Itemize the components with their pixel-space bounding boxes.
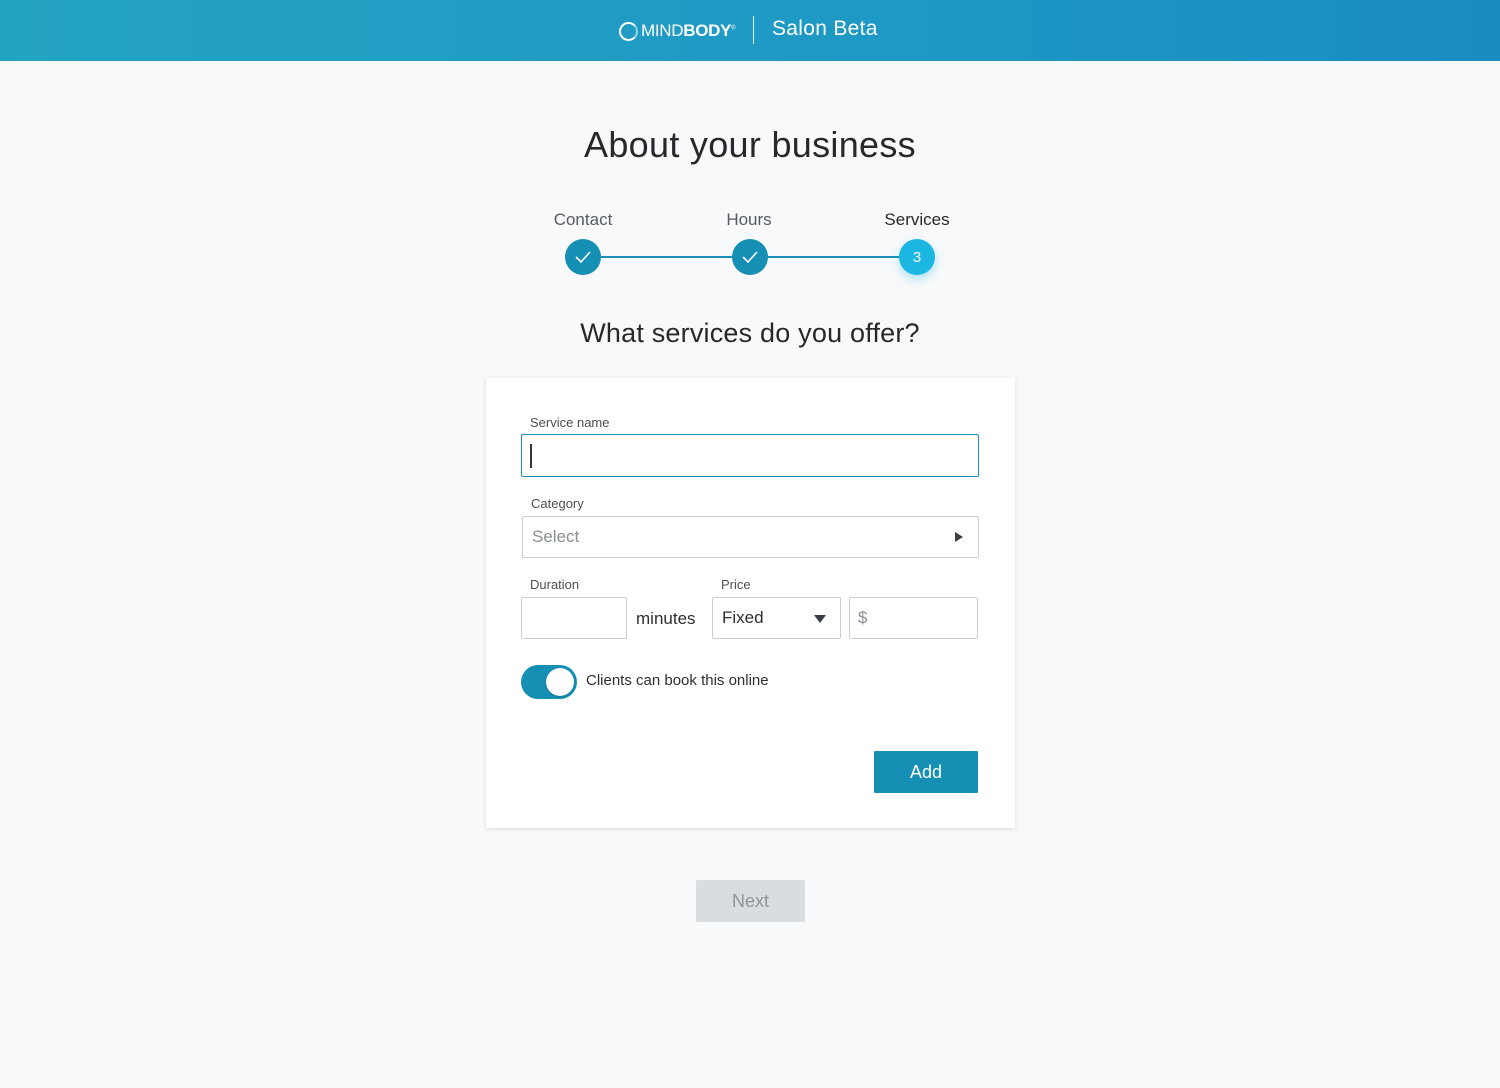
- price-amount-input[interactable]: [849, 597, 978, 639]
- logo-text-bold: BODY: [683, 21, 732, 40]
- currency-symbol: $: [858, 608, 868, 627]
- step-label-hours: Hours: [726, 210, 772, 229]
- duration-label: Duration: [530, 577, 580, 592]
- add-service-button[interactable]: Add: [874, 751, 978, 793]
- check-icon: [575, 251, 591, 264]
- top-bar: MINDBODY® Salon Beta: [0, 0, 1500, 61]
- chevron-down-icon: [814, 615, 826, 623]
- toggle-knob: [546, 668, 574, 696]
- next-button[interactable]: Next: [696, 880, 805, 922]
- online-booking-label: Clients can book this online: [586, 672, 769, 689]
- category-placeholder: Select: [532, 527, 580, 546]
- step-label-contact: Contact: [553, 210, 613, 229]
- category-label: Category: [531, 496, 584, 511]
- logo-ring-icon: [619, 21, 638, 41]
- product-name: Salon Beta: [772, 17, 878, 40]
- step-hours-complete[interactable]: [732, 239, 768, 275]
- text-caret: [530, 444, 532, 468]
- check-icon: [742, 251, 758, 264]
- section-title: What services do you offer?: [580, 318, 920, 348]
- online-booking-toggle[interactable]: [521, 665, 577, 699]
- step-label-services: Services: [884, 210, 950, 229]
- chevron-right-icon: [955, 532, 963, 542]
- logo-text-light: MIND: [641, 21, 684, 40]
- price-type-select[interactable]: Fixed: [712, 597, 841, 639]
- step-connector: [767, 256, 901, 258]
- category-select[interactable]: Select: [522, 516, 979, 558]
- service-name-label: Service name: [530, 415, 610, 430]
- mindbody-logo: MINDBODY®: [619, 18, 736, 44]
- step-services-current[interactable]: 3: [899, 239, 935, 275]
- step-connector: [600, 256, 734, 258]
- header-divider: [753, 16, 754, 44]
- price-type-value: Fixed: [722, 608, 764, 627]
- duration-input[interactable]: [521, 597, 627, 639]
- price-label: Price: [721, 577, 751, 592]
- step-contact-complete[interactable]: [565, 239, 601, 275]
- registered-mark: ®: [731, 25, 736, 32]
- service-name-input[interactable]: [521, 434, 979, 477]
- duration-unit: minutes: [636, 609, 696, 628]
- page-title: About your business: [584, 124, 916, 165]
